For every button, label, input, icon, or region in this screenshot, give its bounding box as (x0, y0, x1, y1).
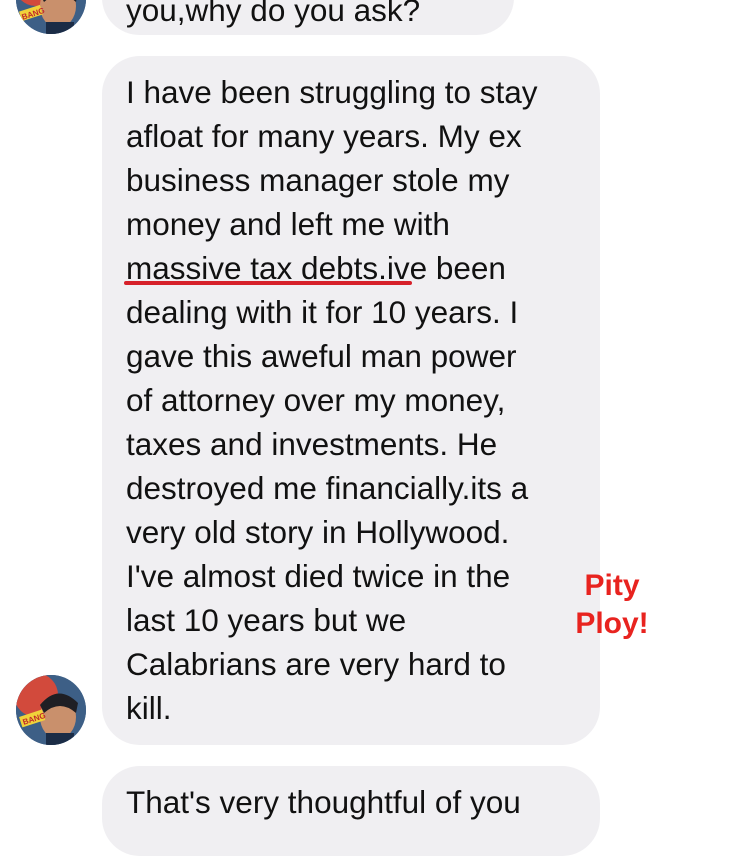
message-line-11: very old story in Hollywood. (126, 514, 510, 550)
annotation-line-1: Pity (584, 569, 640, 602)
message-bubble-main[interactable]: I have been struggling to stay afloat fo… (102, 56, 600, 745)
annotation-line-2: Ploy! (575, 607, 649, 640)
message-line-6: dealing with it for 10 years. I (126, 294, 519, 330)
user-avatar-icon: BANG (16, 0, 86, 34)
message-text-bottom: That's very thoughtful of you (126, 784, 521, 820)
message-line-4: money and left me with (126, 206, 450, 242)
message-bubble-top[interactable]: you,why do you ask? (102, 0, 514, 35)
message-line-13: last 10 years but we (126, 602, 407, 638)
message-line-8: of attorney over my money, (126, 382, 506, 418)
message-line-7: gave this aweful man power (126, 338, 517, 374)
message-line-1: I have been struggling to stay (126, 74, 538, 110)
message-line-2: afloat for many years. My ex (126, 118, 522, 154)
annotation-label: Pity Ploy! (564, 567, 660, 643)
message-line-12: I've almost died twice in the (126, 558, 511, 594)
sender-avatar-top[interactable]: BANG (16, 0, 86, 34)
highlight-underline (124, 281, 412, 285)
user-avatar-icon: BANG (16, 675, 86, 745)
message-line-9: taxes and investments. He (126, 426, 498, 462)
sender-avatar[interactable]: BANG (16, 675, 86, 745)
message-bubble-bottom[interactable]: That's very thoughtful of you (102, 766, 600, 856)
message-line-10: destroyed me financially.its a (126, 470, 529, 506)
message-line-3: business manager stole my (126, 162, 510, 198)
message-text-top: you,why do you ask? (126, 0, 421, 28)
message-line-15: kill. (126, 690, 172, 726)
message-line-14: Calabrians are very hard to (126, 646, 506, 682)
